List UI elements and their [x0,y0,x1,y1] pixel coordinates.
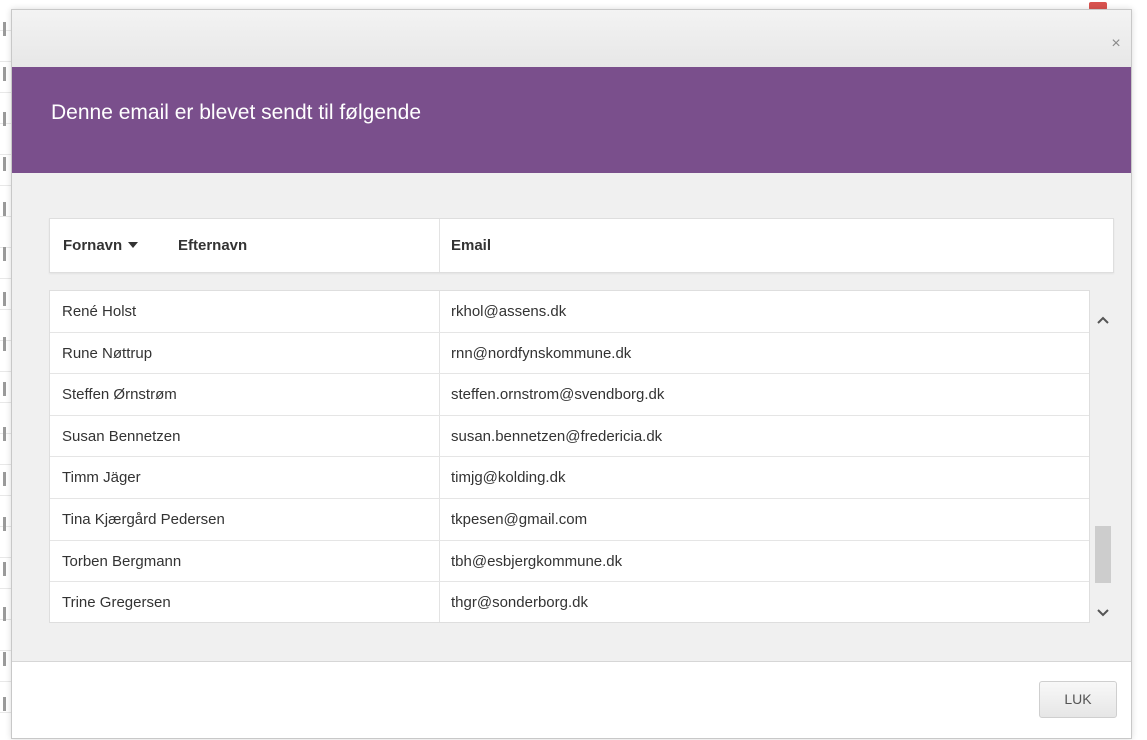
dialog-title: Denne email er blevet sendt til følgende [51,101,422,124]
column-divider [439,540,440,582]
column-divider [439,332,440,374]
recipient-email: tkpesen@gmail.com [451,510,588,528]
scrollbar-thumb[interactable] [1095,526,1111,583]
first-name-header-label: Fornavn [63,237,123,254]
table-row: Torben Bergmann tbh@esbjergkommune.dk [50,540,1089,583]
recipient-name: Trine Gregersen [62,594,171,612]
recipient-email: thgr@sonderborg.dk [451,594,588,612]
table-row: René Holst rkhol@assens.dk [50,291,1089,333]
recipient-name: Susan Bennetzen [62,427,181,445]
recipient-email: tbh@esbjergkommune.dk [451,552,623,570]
table-scrollbar[interactable] [1092,290,1114,623]
column-divider [439,498,440,540]
recipients-table-body: René Holst rkhol@assens.dk Rune Nøttrup … [49,290,1090,623]
recipient-email: rkhol@assens.dk [451,303,567,320]
recipient-name: René Holst [62,303,137,320]
recipient-email: steffen.ornstrom@svendborg.dk [451,386,665,404]
recipient-name: Tina Kjærgård Pedersen [62,510,225,528]
column-header-last-name[interactable]: Efternavn [178,237,247,254]
table-row: Timm Jäger timjg@kolding.dk [50,457,1089,499]
table-row: Steffen Ørnstrøm steffen.ornstrom@svendb… [50,374,1089,416]
dialog-body: Fornavn Efternavn Email René Holst rkhol… [12,173,1131,662]
recipients-dialog: × Denne email er blevet sendt til følgen… [11,9,1132,739]
table-row: Tina Kjærgård Pedersen tkpesen@gmail.com [50,498,1089,541]
close-button[interactable]: LUK [1039,681,1117,718]
recipient-name: Steffen Ørnstrøm [62,386,177,404]
column-divider [439,582,440,622]
column-divider [439,291,440,332]
column-divider [439,415,440,457]
dialog-footer: LUK [12,662,1131,738]
recipient-email: rnn@nordfynskommune.dk [451,344,632,362]
recipient-name: Timm Jäger [62,469,141,487]
recipient-name: Torben Bergmann [62,552,182,570]
dialog-titlebar: × [12,10,1131,67]
sort-desc-caret-icon [128,242,139,249]
recipient-email: timjg@kolding.dk [451,469,566,487]
recipient-name: Rune Nøttrup [62,344,153,362]
recipient-email: susan.bennetzen@fredericia.dk [451,427,663,445]
table-row: Rune Nøttrup rnn@nordfynskommune.dk [50,332,1089,375]
column-header-first-name[interactable]: Fornavn [63,237,146,254]
close-icon[interactable]: × [1107,35,1125,53]
chevron-down-icon[interactable] [1095,605,1111,621]
chevron-up-icon[interactable] [1095,312,1111,328]
column-divider [439,374,440,415]
table-row: Trine Gregersen thgr@sonderborg.dk [50,582,1089,622]
column-header-email[interactable]: Email [451,237,491,254]
table-header: Fornavn Efternavn Email [49,218,1114,273]
dialog-header: Denne email er blevet sendt til følgende [12,67,1131,173]
column-divider [439,219,440,272]
table-row: Susan Bennetzen susan.bennetzen@frederic… [50,415,1089,458]
column-divider [439,457,440,498]
